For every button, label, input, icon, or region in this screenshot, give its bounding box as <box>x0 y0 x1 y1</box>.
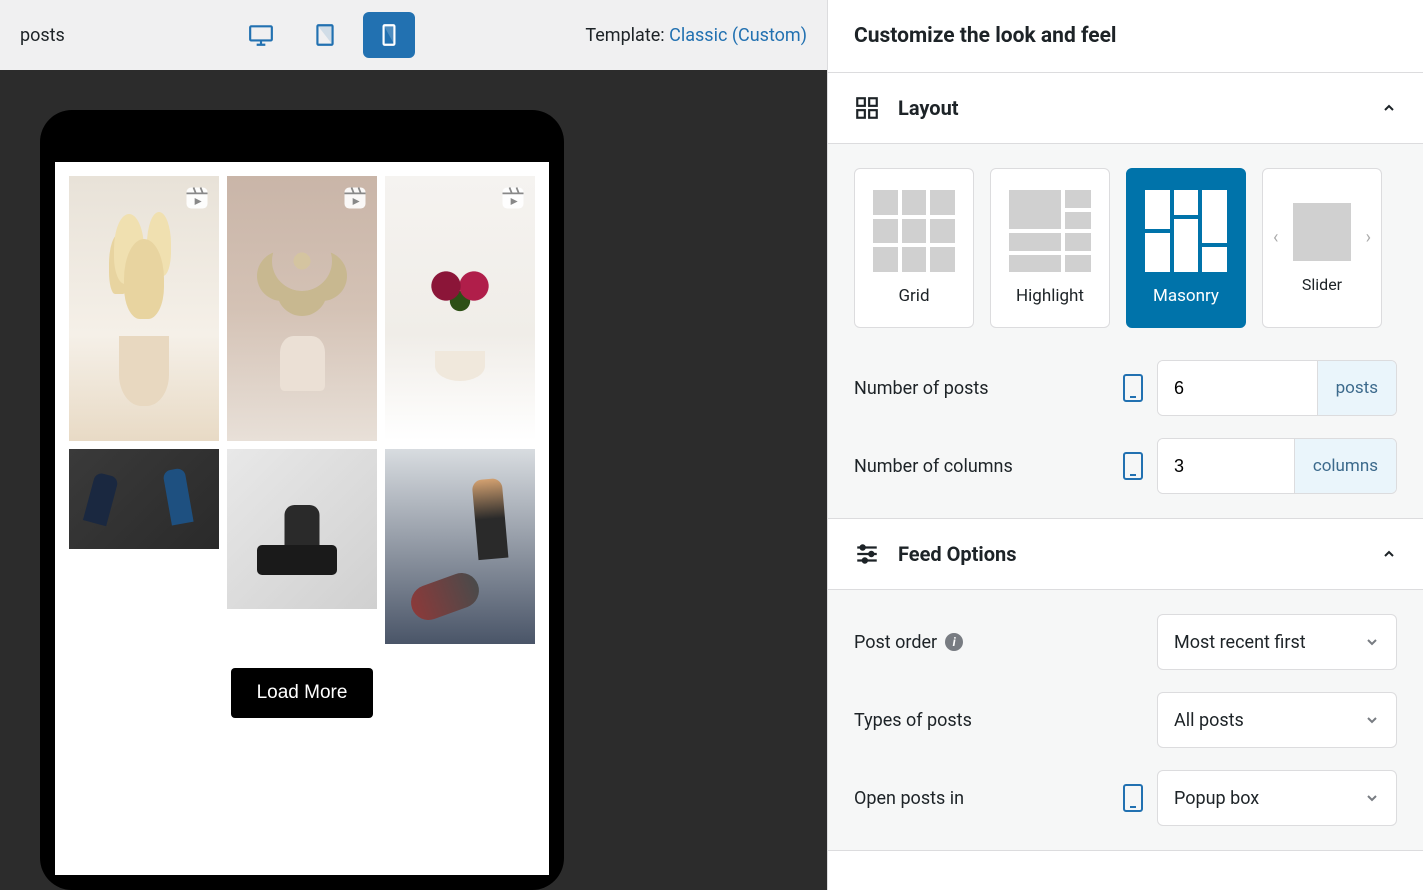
tablet-device-button[interactable] <box>299 12 351 58</box>
feed-post-1[interactable] <box>69 176 219 441</box>
feed-post-5[interactable] <box>227 449 377 609</box>
reel-icon <box>341 184 369 212</box>
sidebar-title: Customize the look and feel <box>828 0 1423 73</box>
layout-option-masonry[interactable]: Masonry <box>1126 168 1246 328</box>
load-more-button[interactable]: Load More <box>231 668 374 718</box>
info-icon[interactable]: i <box>945 633 963 651</box>
num-columns-label: Number of columns <box>854 456 1013 477</box>
open-in-label: Open posts in <box>854 788 964 809</box>
feed-post-4[interactable] <box>69 449 219 549</box>
slider-preview-icon <box>1293 203 1351 261</box>
types-label: Types of posts <box>854 710 972 731</box>
mobile-context-icon[interactable] <box>1123 784 1143 812</box>
feed-options-heading: Feed Options <box>898 542 1016 566</box>
desktop-icon <box>248 22 274 48</box>
page-context-label: posts <box>20 25 65 46</box>
post-order-value: Most recent first <box>1174 632 1306 653</box>
highlight-preview-icon <box>1009 190 1091 272</box>
num-posts-input[interactable] <box>1158 361 1317 415</box>
chevron-left-icon: ‹ <box>1273 227 1278 248</box>
grid-icon <box>854 95 880 121</box>
chevron-up-icon <box>1381 546 1397 562</box>
reel-icon <box>499 184 527 212</box>
layout-option-label: Highlight <box>1016 286 1084 306</box>
layout-option-slider[interactable]: ‹ › Slider <box>1262 168 1382 328</box>
desktop-device-button[interactable] <box>235 12 287 58</box>
num-posts-suffix: posts <box>1317 361 1396 415</box>
layout-option-label: Masonry <box>1153 286 1219 306</box>
mobile-context-icon[interactable] <box>1123 374 1143 402</box>
mobile-device-button[interactable] <box>363 12 415 58</box>
layout-option-label: Slider <box>1302 275 1342 294</box>
tablet-icon <box>312 22 338 48</box>
layout-section-header[interactable]: Layout <box>828 73 1423 144</box>
customize-sidebar: Customize the look and feel Layout Grid … <box>827 0 1423 890</box>
reel-icon <box>183 184 211 212</box>
feed-options-section-body: Post order i Most recent first Types of … <box>828 590 1423 851</box>
feed-grid <box>55 162 549 644</box>
mobile-context-icon[interactable] <box>1123 452 1143 480</box>
masonry-preview-icon <box>1145 190 1227 272</box>
chevron-up-icon <box>1381 100 1397 116</box>
chevron-down-icon <box>1364 634 1380 650</box>
feed-post-3[interactable] <box>385 176 535 441</box>
template-indicator: Template: Classic (Custom) <box>585 25 807 46</box>
chevron-down-icon <box>1364 790 1380 806</box>
post-order-label: Post order <box>854 632 937 653</box>
num-columns-input[interactable] <box>1158 439 1294 493</box>
layout-heading: Layout <box>898 96 959 120</box>
open-in-value: Popup box <box>1174 788 1259 809</box>
template-label: Template: <box>585 25 664 46</box>
num-posts-label: Number of posts <box>854 378 989 399</box>
chevron-right-icon: › <box>1366 227 1371 248</box>
layout-option-highlight[interactable]: Highlight <box>990 168 1110 328</box>
template-link[interactable]: Classic (Custom) <box>669 25 807 46</box>
mobile-icon <box>376 22 402 48</box>
feed-options-section-header[interactable]: Feed Options <box>828 519 1423 590</box>
preview-screen: Load More <box>55 162 549 875</box>
feed-post-6[interactable] <box>385 449 535 644</box>
layout-option-label: Grid <box>898 286 929 306</box>
device-selector <box>235 12 415 58</box>
num-columns-suffix: columns <box>1294 439 1396 493</box>
chevron-down-icon <box>1364 712 1380 728</box>
feed-post-2[interactable] <box>227 176 377 441</box>
types-value: All posts <box>1174 710 1244 731</box>
layout-section-body: Grid Highlight Masonry ‹ › Slider <box>828 144 1423 519</box>
types-select[interactable]: All posts <box>1157 692 1397 748</box>
mobile-device-frame: Load More <box>40 110 564 890</box>
grid-preview-icon <box>873 190 955 272</box>
layout-option-grid[interactable]: Grid <box>854 168 974 328</box>
open-in-select[interactable]: Popup box <box>1157 770 1397 826</box>
post-order-select[interactable]: Most recent first <box>1157 614 1397 670</box>
sliders-icon <box>854 541 880 567</box>
